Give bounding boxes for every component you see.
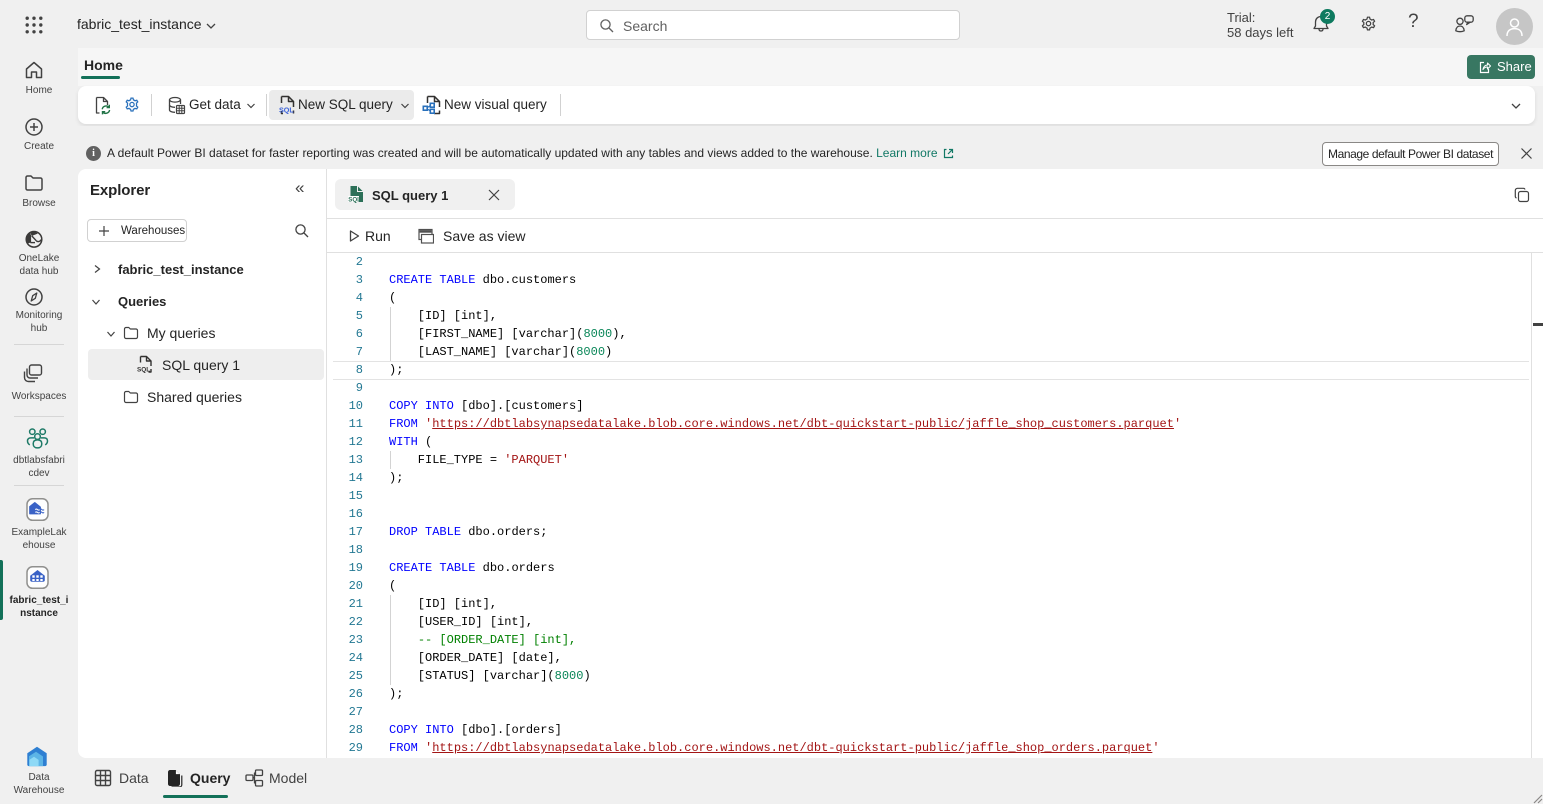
svg-text:SQL: SQL [137, 367, 150, 374]
svg-text:SQL: SQL [279, 106, 294, 115]
svg-text:SQL: SQL [348, 197, 361, 204]
